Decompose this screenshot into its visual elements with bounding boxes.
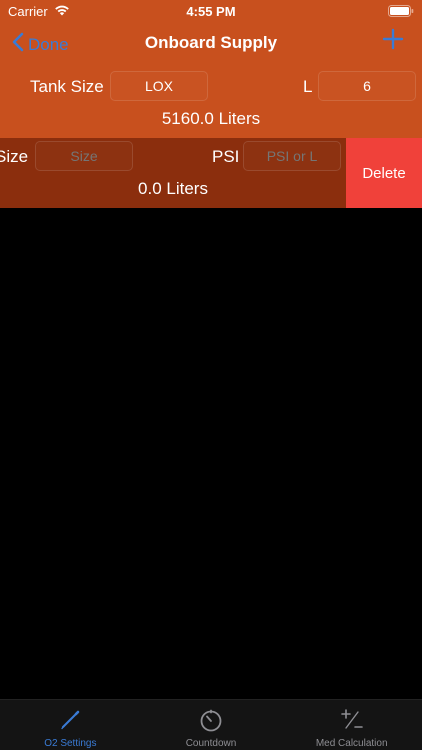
- psi-input[interactable]: [243, 141, 341, 171]
- tab-label: Med Calculation: [315, 738, 388, 749]
- add-button[interactable]: [382, 28, 404, 55]
- unit-label: L: [303, 77, 313, 96]
- tab-countdown[interactable]: Countdown: [141, 700, 282, 750]
- status-bar: Carrier 4:55 PM: [0, 0, 422, 22]
- tab-label: Countdown: [185, 738, 237, 749]
- timer-icon: [197, 706, 225, 734]
- status-time: 4:55 PM: [186, 4, 236, 19]
- tab-bar: O2 Settings Countdown Med Calculation: [0, 699, 422, 750]
- supply-row: Tank Size L 5160.0 Liters: [0, 68, 422, 138]
- psi-label: PSI: [212, 147, 240, 166]
- pencil-icon: [56, 706, 84, 734]
- page-title: Onboard Supply: [144, 33, 278, 52]
- tab-label: O2 Settings: [44, 738, 97, 749]
- size-input[interactable]: [35, 141, 133, 171]
- supply-result: 5160.0 Liters: [161, 109, 261, 128]
- amount-input[interactable]: [318, 71, 416, 101]
- tab-med-calculation[interactable]: Med Calculation: [281, 700, 422, 750]
- plus-icon: [382, 28, 404, 54]
- size-label: Size: [0, 147, 29, 166]
- screen: Carrier 4:55 PM Done Onboard Supply Tank…: [0, 0, 422, 750]
- supply-result: 0.0 Liters: [138, 179, 208, 198]
- plus-minus-icon: [338, 706, 366, 734]
- tab-o2-settings[interactable]: O2 Settings: [0, 700, 141, 750]
- tank-size-label: Tank Size: [30, 77, 104, 96]
- battery-icon: [388, 5, 414, 20]
- delete-button[interactable]: Delete: [346, 138, 422, 208]
- tank-size-input[interactable]: [110, 71, 208, 101]
- supply-row-swiped: Size PSI 0.0 Liters Delete: [0, 138, 422, 208]
- navigation-bar: Carrier 4:55 PM Done Onboard Supply: [0, 0, 422, 68]
